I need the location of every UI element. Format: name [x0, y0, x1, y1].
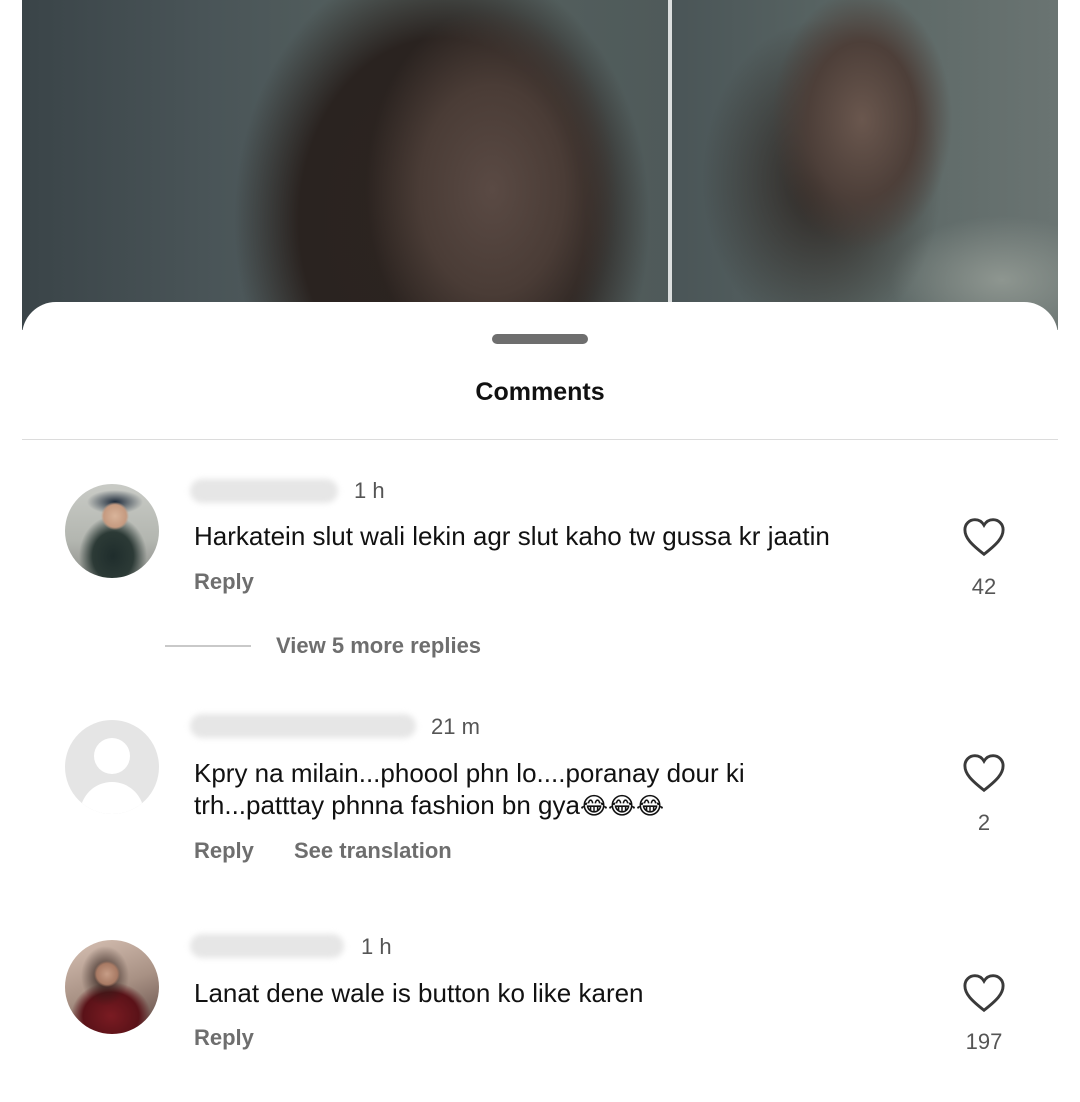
- reply-button[interactable]: Reply: [194, 1025, 254, 1051]
- comment-text-line: Kpry na milain...phoool phn lo....porana…: [194, 758, 745, 788]
- heart-outline-icon[interactable]: [962, 753, 1006, 793]
- reply-button[interactable]: Reply: [194, 569, 254, 595]
- comment-text-line-2: trh...patttay phnna fashion bn gya: [194, 790, 580, 820]
- comment-text: Kpry na milain...phoool phn lo....porana…: [194, 757, 934, 823]
- comment-time: 1 h: [354, 478, 385, 503]
- heart-outline-icon[interactable]: [962, 517, 1006, 557]
- like-count: 2: [977, 810, 991, 835]
- header-divider: [22, 439, 1058, 440]
- post-background: [0, 0, 1080, 330]
- post-image-left: [22, 0, 668, 330]
- username-blurred[interactable]: [190, 714, 416, 738]
- post-image-right: [672, 0, 1058, 330]
- comment-text: Harkatein slut wali lekin agr slut kaho …: [194, 521, 830, 551]
- comment-time: 21 m: [431, 714, 480, 739]
- comment-text-line: trh...patttay phnna fashion bn gya😂😂😂: [194, 789, 934, 823]
- avatar[interactable]: [65, 484, 159, 578]
- like-count: 197: [965, 1029, 1003, 1054]
- person-silhouette-body: [80, 782, 144, 814]
- see-translation-button[interactable]: See translation: [294, 838, 452, 864]
- avatar[interactable]: [65, 940, 159, 1034]
- sheet-title: Comments: [475, 378, 605, 406]
- person-silhouette-icon: [94, 738, 130, 774]
- username-blurred[interactable]: [190, 934, 344, 958]
- comment-time: 1 h: [361, 934, 392, 959]
- replies-line: [165, 645, 251, 647]
- reply-button[interactable]: Reply: [194, 838, 254, 864]
- username-blurred[interactable]: [190, 479, 338, 503]
- view-more-replies-button[interactable]: View 5 more replies: [276, 633, 481, 659]
- like-count: 42: [971, 574, 997, 599]
- comment-text: Lanat dene wale is button ko like karen: [194, 978, 644, 1008]
- heart-outline-icon[interactable]: [962, 973, 1006, 1013]
- avatar-placeholder[interactable]: [65, 720, 159, 814]
- laughing-emoji: 😂😂😂: [579, 793, 665, 820]
- drag-handle[interactable]: [492, 334, 588, 344]
